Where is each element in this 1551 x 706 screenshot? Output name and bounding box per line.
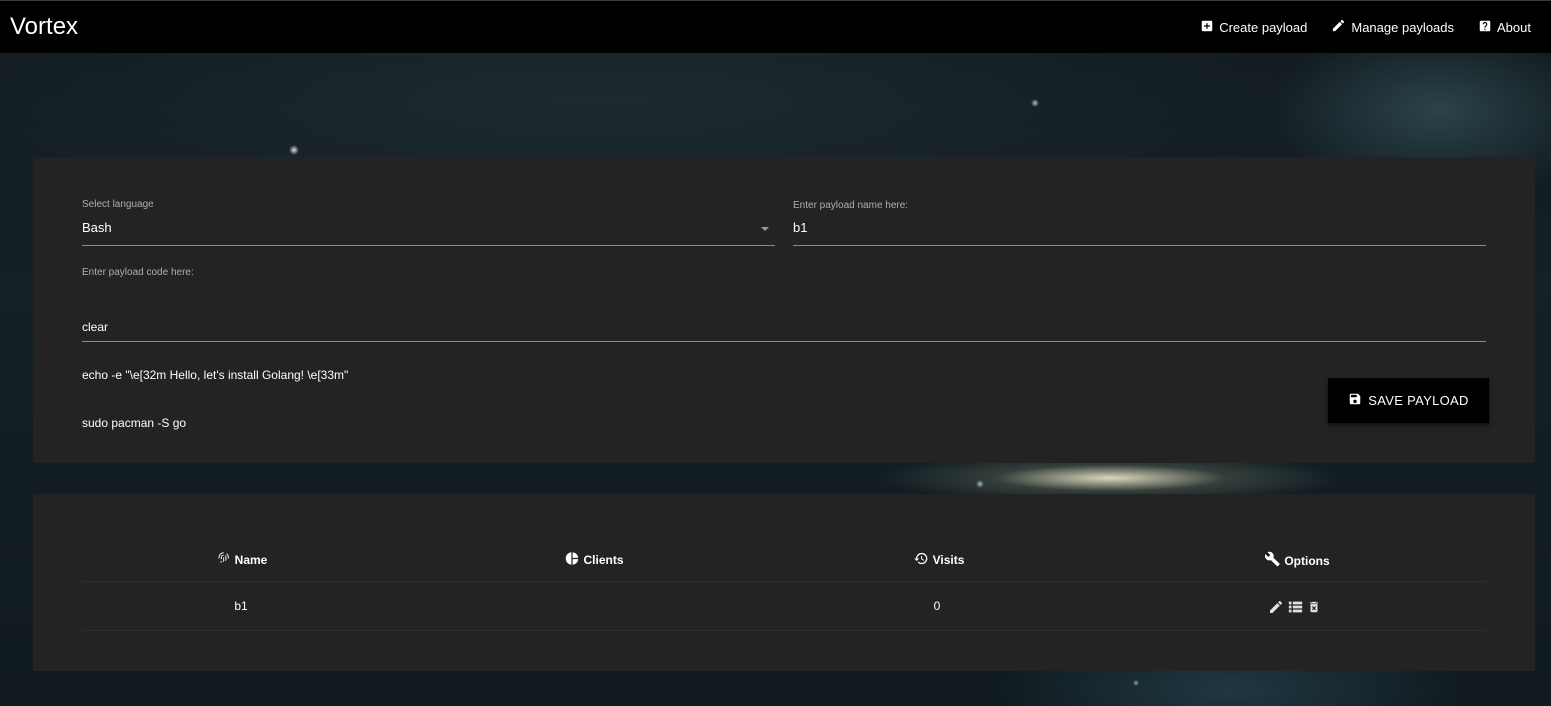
payloads-table-card: Name Clients Visits Options b1 0 xyxy=(33,494,1535,671)
edit-icon[interactable] xyxy=(1268,599,1284,615)
chevron-down-icon[interactable] xyxy=(761,227,769,231)
payload-code-textarea[interactable]: clear echo -e "\e[32m Hello, let's insta… xyxy=(82,287,348,463)
column-header-visits-label: Visits xyxy=(932,553,965,567)
pencil-icon xyxy=(1331,18,1351,36)
save-payload-button[interactable]: SAVE PAYLOAD xyxy=(1328,378,1489,423)
code-line: clear xyxy=(82,320,109,334)
table-cell-name: b1 xyxy=(234,599,248,613)
wrench-icon xyxy=(1264,551,1284,570)
table-row-divider xyxy=(82,630,1486,631)
save-payload-label: SAVE PAYLOAD xyxy=(1368,393,1469,408)
table-header-divider xyxy=(82,581,1486,582)
top-nav: Create payload Manage payloads About xyxy=(1176,18,1531,36)
language-select-underline xyxy=(82,245,775,246)
column-header-name-label: Name xyxy=(234,552,268,567)
code-line: sudo pacman -S go xyxy=(82,416,187,430)
nav-about-label: About xyxy=(1497,19,1531,35)
top-app-bar: Vortex Create payload Manage payloads Ab… xyxy=(0,0,1551,53)
column-header-clients-label: Clients xyxy=(583,553,624,567)
pie-chart-icon xyxy=(564,551,583,569)
payload-name-underline xyxy=(793,245,1486,246)
plus-box-icon xyxy=(1200,19,1219,36)
language-select[interactable]: Bash xyxy=(82,220,112,235)
column-header-options-label: Options xyxy=(1284,553,1330,568)
column-header-options[interactable]: Options xyxy=(1264,551,1330,570)
nav-about[interactable]: About xyxy=(1478,18,1531,36)
list-icon[interactable] xyxy=(1286,599,1305,615)
create-payload-card: Select language Bash Enter payload name … xyxy=(33,157,1535,463)
fingerprint-icon xyxy=(217,551,235,568)
nav-create-payload-label: Create payload xyxy=(1219,19,1308,35)
payload-code-label: Enter payload code here: xyxy=(82,267,194,278)
delete-icon[interactable] xyxy=(1307,599,1321,615)
history-icon xyxy=(914,551,933,569)
code-line: echo -e "\e[32m Hello, let's install Gol… xyxy=(82,368,349,382)
language-label: Select language xyxy=(82,199,154,210)
column-header-name[interactable]: Name xyxy=(217,551,268,568)
help-box-icon xyxy=(1478,19,1497,36)
table-cell-options xyxy=(1268,599,1321,615)
nav-create-payload[interactable]: Create payload xyxy=(1200,18,1307,36)
floppy-disk-icon xyxy=(1348,392,1368,409)
table-cell-visits: 0 xyxy=(933,599,941,613)
app-title[interactable]: Vortex xyxy=(10,13,78,41)
payload-name-label: Enter payload name here: xyxy=(793,200,909,211)
nav-manage-payloads-label: Manage payloads xyxy=(1351,19,1455,35)
payload-name-input[interactable]: b1 xyxy=(793,220,807,235)
nav-manage-payloads[interactable]: Manage payloads xyxy=(1331,18,1454,36)
payload-code-underline xyxy=(82,341,1486,342)
column-header-visits[interactable]: Visits xyxy=(914,551,965,569)
column-header-clients[interactable]: Clients xyxy=(564,551,624,569)
